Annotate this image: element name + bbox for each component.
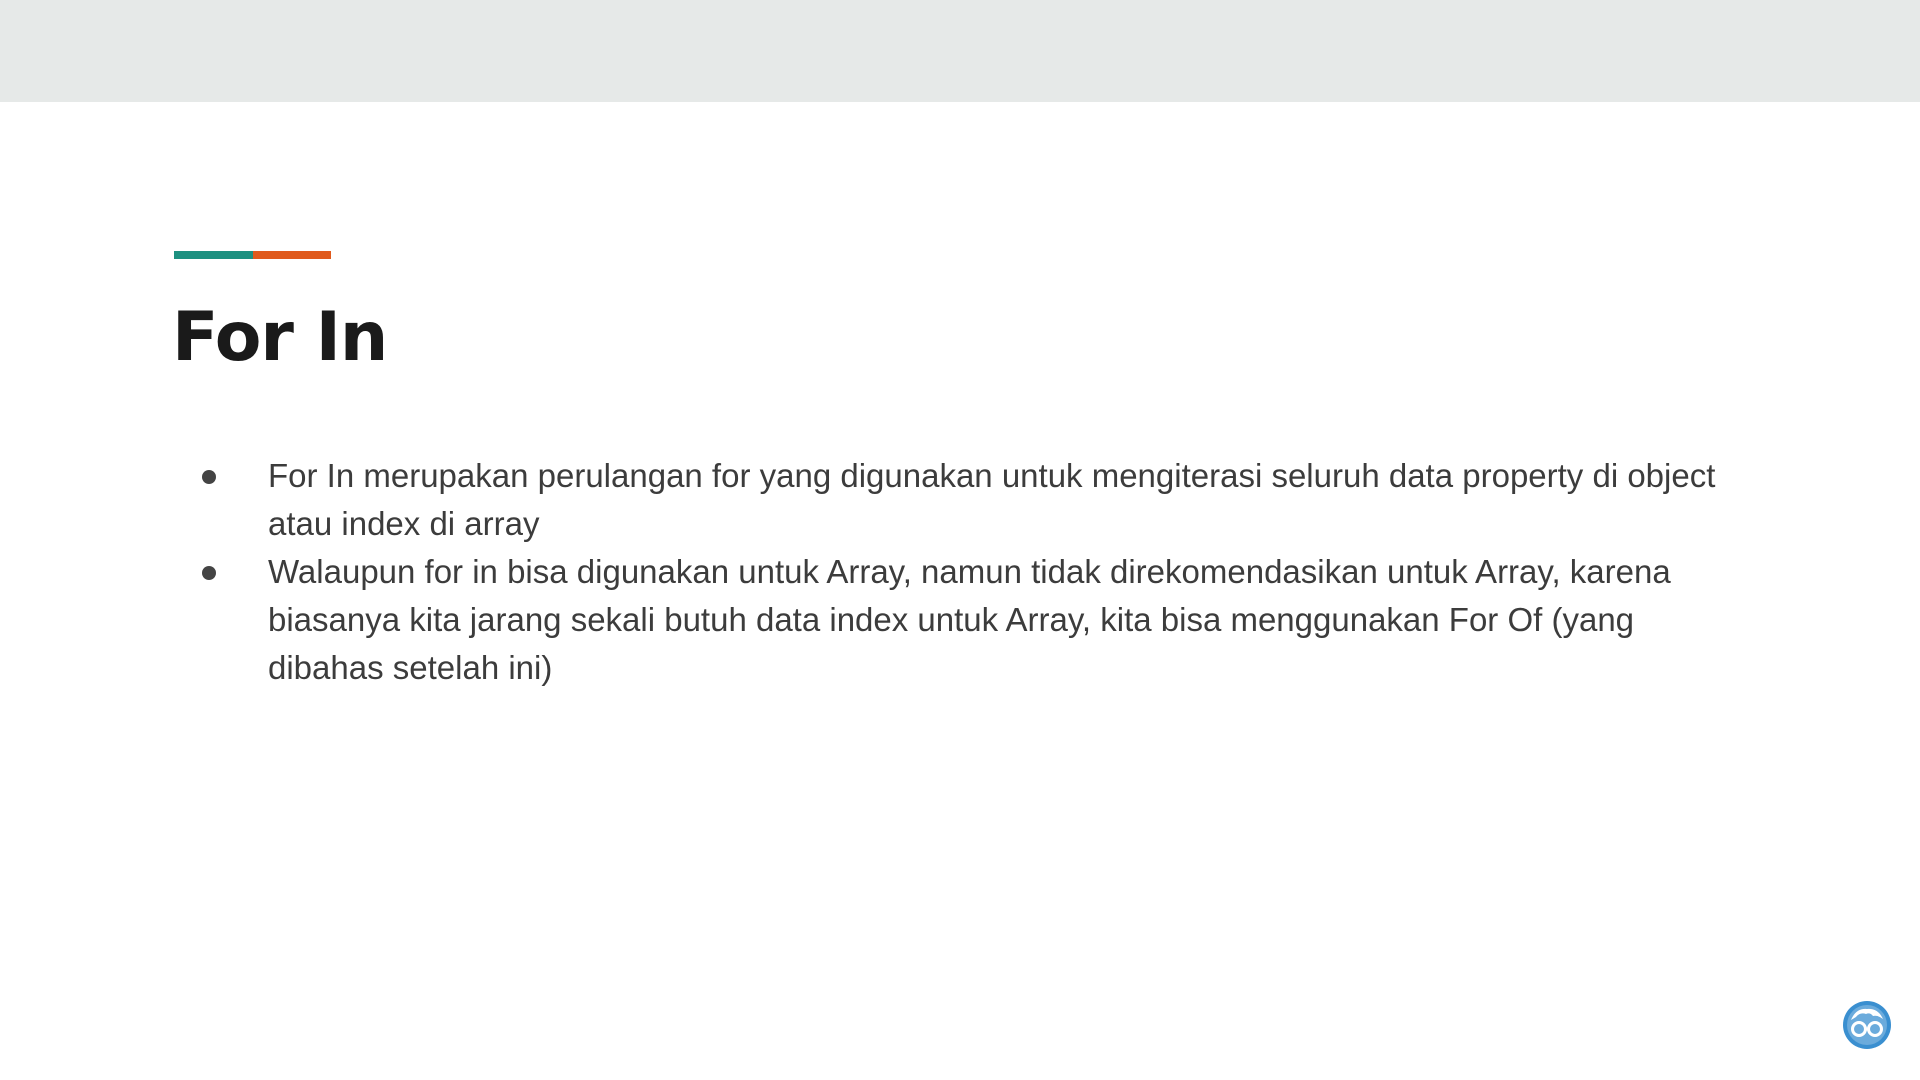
bullet-dot-icon [202, 470, 216, 484]
accent-bar-orange [252, 251, 331, 259]
bullet-list: For In merupakan perulangan for yang dig… [200, 452, 1740, 692]
bullet-text: For In merupakan perulangan for yang dig… [268, 457, 1716, 542]
accent-bar-teal [174, 251, 253, 259]
bullet-item: Walaupun for in bisa digunakan untuk Arr… [200, 548, 1740, 692]
top-band [0, 0, 1920, 102]
bullet-text: Walaupun for in bisa digunakan untuk Arr… [268, 553, 1671, 686]
slide: For In For In merupakan perulangan for y… [0, 0, 1920, 1080]
bullet-dot-icon [202, 566, 216, 580]
glasses-avatar-icon [1843, 1001, 1891, 1049]
accent-bar [174, 251, 331, 259]
slide-title: For In [172, 298, 388, 377]
bullet-item: For In merupakan perulangan for yang dig… [200, 452, 1740, 548]
